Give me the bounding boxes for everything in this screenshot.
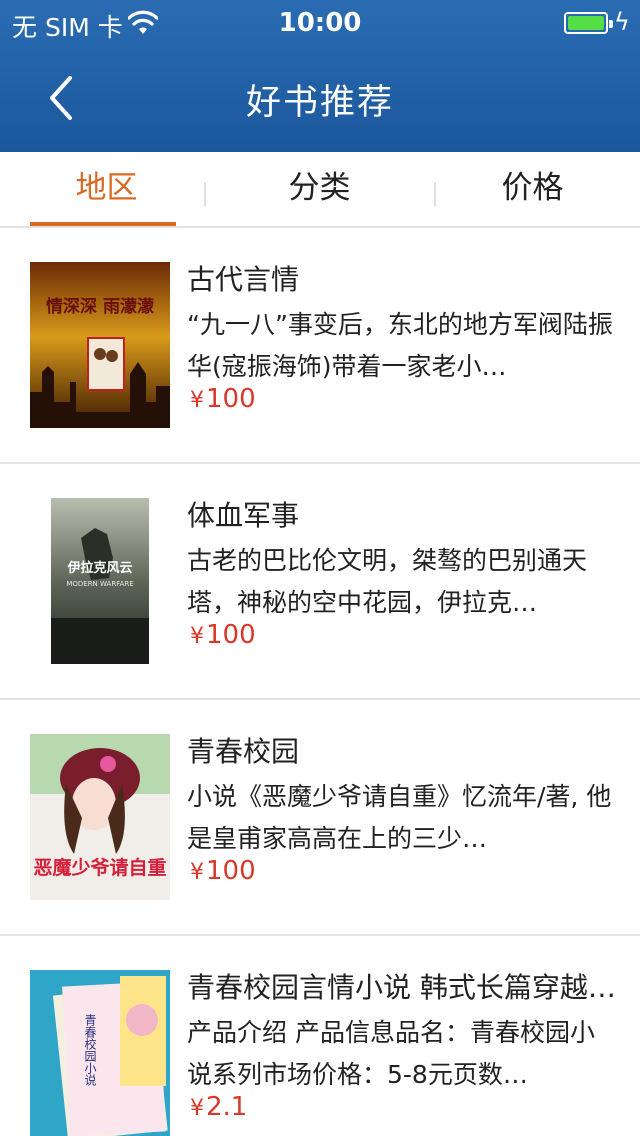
currency-symbol: ¥ (190, 860, 204, 885)
tab-divider (204, 182, 206, 206)
book-price: ¥100 (190, 620, 256, 650)
tab-region[interactable]: 地区 (0, 152, 213, 226)
book-title: 青春校园 (187, 735, 300, 768)
filter-tabs: 地区 分类 价格 (0, 152, 640, 228)
book-description: 产品介绍 产品信息品名：青春校园小说系列市场价格：5-8元页数… (187, 1018, 595, 1089)
page-title: 好书推荐 (245, 83, 394, 123)
clock: 10:00 (278, 8, 362, 38)
book-description: 小说《恶魔少爷请自重》忆流年/著, 他是皇甫家高高在上的三少… (187, 782, 612, 853)
currency-symbol: ¥ (190, 1096, 204, 1121)
cover-title-text: 伊拉克风云 (66, 560, 132, 576)
book-cover-image: 伊拉克风云 MODERN WARFARE (51, 498, 149, 664)
book-description: “九一八”事变后，东北的地方军阀陆振华(寇振海饰)带着一家老小… (187, 310, 613, 381)
currency-symbol: ¥ (190, 388, 204, 413)
currency-symbol: ¥ (190, 624, 204, 649)
status-bar: 无 SIM 卡 10:00 ϟ (0, 0, 640, 48)
book-price: ¥2.1 (190, 1092, 247, 1122)
list-item[interactable]: 情深深 雨濛濛 古代言情 “九一八”事变后，东北的地方军阀陆振华(寇振海饰)带着… (0, 228, 640, 464)
charging-icon: ϟ (614, 8, 630, 36)
book-cover-image: 青春校园小说 (30, 970, 170, 1136)
tab-category[interactable]: 分类 (213, 152, 426, 226)
book-title: 古代言情 (187, 263, 300, 296)
book-description: 古老的巴比伦文明，桀骜的巴别通天塔，神秘的空中花园，伊拉克… (187, 546, 588, 617)
list-item[interactable]: 青春校园小说 青春校园言情小说 韩式长篇穿越… 产品介绍 产品信息品名：青春校园… (0, 936, 640, 1136)
active-tab-indicator (30, 222, 176, 226)
price-value: 100 (206, 620, 256, 650)
top-bar: 无 SIM 卡 10:00 ϟ 好书推荐 (0, 0, 640, 152)
cover-title-text: 情深深 雨濛濛 (46, 296, 154, 317)
book-cover-image: 恶魔少爷请自重 (30, 734, 170, 900)
price-value: 100 (206, 856, 256, 886)
cover-title-text: 青春校园小说 (83, 1014, 97, 1087)
price-value: 2.1 (206, 1092, 248, 1122)
cover-title-text: 恶魔少爷请自重 (33, 856, 166, 879)
price-value: 100 (206, 384, 256, 414)
book-price: ¥100 (190, 384, 256, 414)
tab-price[interactable]: 价格 (426, 152, 639, 226)
battery-icon (564, 12, 613, 34)
book-title: 青春校园言情小说 韩式长篇穿越… (187, 971, 616, 1004)
book-list: 情深深 雨濛濛 古代言情 “九一八”事变后，东北的地方军阀陆振华(寇振海饰)带着… (0, 228, 640, 1136)
cover-subtitle-text: MODERN WARFARE (66, 580, 133, 588)
nav-bar: 好书推荐 (0, 48, 640, 152)
list-item[interactable]: 伊拉克风云 MODERN WARFARE 体血军事 古老的巴比伦文明，桀骜的巴别… (0, 464, 640, 700)
book-price: ¥100 (190, 856, 256, 886)
book-title: 体血军事 (187, 499, 300, 532)
list-item[interactable]: 恶魔少爷请自重 青春校园 小说《恶魔少爷请自重》忆流年/著, 他是皇甫家高高在上… (0, 700, 640, 936)
book-cover-image: 情深深 雨濛濛 (30, 262, 170, 428)
